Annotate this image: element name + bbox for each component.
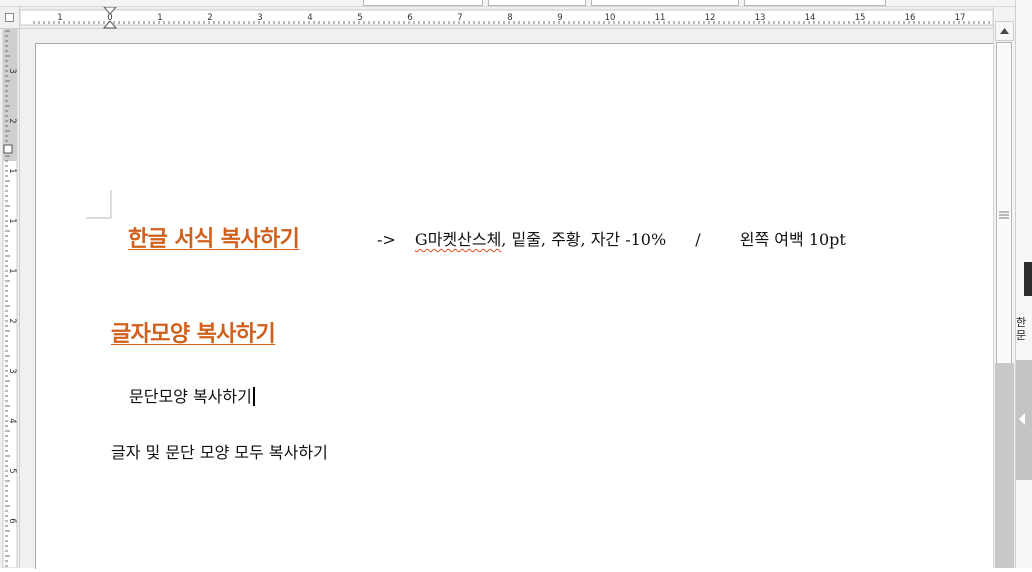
scroll-thumb[interactable]	[996, 42, 1012, 392]
doc-note-rest: , 밑줄, 주황, 자간 -10%	[501, 230, 667, 249]
doc-note-spellcheck: G마켓산스체	[414, 230, 502, 249]
side-panel-collapse-button[interactable]	[1016, 360, 1032, 480]
v-ruler-label: 1	[7, 268, 17, 273]
toolbar-field-4[interactable]	[744, 0, 886, 6]
vertical-scrollbar[interactable]	[993, 7, 1015, 568]
doc-line-1[interactable]: 한글 서식 복사하기	[128, 221, 300, 253]
doc-line-4[interactable]: 글자 및 문단 모양 모두 복사하기	[111, 439, 328, 463]
ruler-corner-icon	[5, 13, 14, 22]
indent-marker-icon[interactable]	[3, 144, 13, 154]
scroll-up-button[interactable]	[995, 21, 1014, 41]
doc-line-2[interactable]: 글자모양 복사하기	[111, 316, 276, 348]
v-ruler-label: 2	[7, 318, 17, 323]
h-ruler-label: 1	[57, 13, 62, 23]
scroll-track-lower[interactable]	[995, 363, 1014, 568]
toolbar-field-2[interactable]	[488, 0, 586, 6]
h-ruler-label: 2	[207, 13, 212, 23]
text-caret	[252, 387, 255, 406]
horizontal-ruler-scale: 1 0 1 2 3 4 5 6 7 8 9 10 11 12 13 14 15 16 17	[19, 6, 994, 29]
doc-note-slash: /	[695, 230, 701, 249]
v-ruler-label: 3	[7, 368, 17, 373]
doc-note[interactable]: -> G마켓산스체, 밑줄, 주황, 자간 -10% / 왼쪽 여백 10pt	[377, 226, 846, 250]
doc-line-3[interactable]: 문단모양 복사하기	[129, 383, 255, 407]
toolbar-field-1[interactable]	[363, 0, 483, 6]
horizontal-ruler[interactable]: 1 0 1 2 3 4 5 6 7 8 9 10 11 12 13 14 15 16 17	[19, 6, 994, 29]
h-ruler-label: 12	[705, 13, 716, 23]
h-ruler-label: 8	[507, 13, 512, 23]
v-ruler-label: 6	[7, 518, 17, 523]
h-ruler-label: 7	[457, 13, 462, 23]
doc-heading-1: 한글 서식 복사하기	[128, 227, 300, 252]
h-ruler-label: 9	[557, 13, 562, 23]
doc-line-3-text: 문단모양 복사하기	[129, 387, 252, 406]
panel-collapse-arrow-icon	[1019, 413, 1025, 425]
h-ruler-label: 10	[605, 13, 616, 23]
side-panel-text: 한 문	[1016, 316, 1027, 342]
h-ruler-label: 3	[257, 13, 262, 23]
document-canvas: 한글 서식 복사하기 -> G마켓산스체, 밑줄, 주황, 자간 -10% / …	[20, 29, 994, 569]
ruler-corner-button[interactable]	[0, 7, 20, 29]
h-ruler-label: 6	[407, 13, 412, 23]
v-ruler-label: 3	[7, 68, 17, 73]
h-ruler-label: 11	[655, 13, 666, 23]
doc-note-arrow: ->	[377, 230, 396, 249]
h-ruler-label: 17	[955, 13, 966, 23]
vertical-ruler[interactable]: 3 2 1 1 1 2 3 4 5 6	[0, 28, 20, 569]
document-page[interactable]: 한글 서식 복사하기 -> G마켓산스체, 밑줄, 주황, 자간 -10% / …	[35, 43, 994, 569]
v-ruler-label: 1	[7, 168, 17, 173]
toolbar-field-3[interactable]	[591, 0, 739, 6]
h-ruler-label: 15	[855, 13, 866, 23]
doc-note-right: 왼쪽 여백 10pt	[739, 230, 846, 249]
h-ruler-label: 16	[905, 13, 916, 23]
h-ruler-label: 14	[805, 13, 816, 23]
h-ruler-label: 13	[755, 13, 766, 23]
h-ruler-label: 4	[307, 13, 312, 23]
h-ruler-label: 1	[157, 13, 162, 23]
side-panel-edge: 한 문	[1015, 0, 1032, 568]
side-panel-thumbnail	[1024, 262, 1032, 296]
toolbar-strip	[0, 0, 1032, 7]
v-ruler-label: 5	[7, 468, 17, 473]
paragraph-margin-mark-icon	[86, 190, 112, 219]
vertical-ruler-scale: 3 2 1 1 1 2 3 4 5 6	[2, 28, 18, 569]
doc-heading-2: 글자모양 복사하기	[111, 322, 276, 347]
h-ruler-label: 5	[357, 13, 362, 23]
v-ruler-label: 4	[7, 418, 17, 423]
scroll-up-arrow-icon	[1000, 28, 1009, 34]
doc-line-4-text: 글자 및 문단 모양 모두 복사하기	[111, 443, 328, 462]
scroll-grip-icon	[999, 211, 1009, 219]
v-ruler-label: 2	[7, 118, 17, 123]
v-ruler-label: 1	[7, 218, 17, 223]
